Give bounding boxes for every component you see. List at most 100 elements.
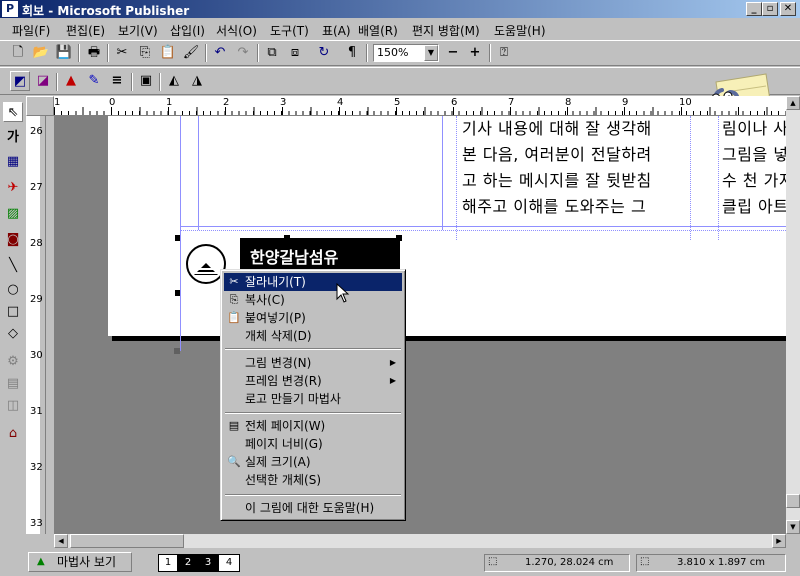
menu-insert[interactable]: 삽입(I)	[170, 22, 205, 39]
table-tool-icon[interactable]: ▦	[3, 152, 23, 172]
menu-edit[interactable]: 편집(E)	[66, 22, 105, 39]
menu-item-whole-page[interactable]: ▤ 전체 페이지(W)	[224, 417, 402, 435]
picture-tool-icon[interactable]: ▨	[3, 204, 23, 224]
scroll-up-arrow-icon[interactable]: ▲	[786, 96, 800, 110]
menu-item-selected-objects[interactable]: 선택한 개체(S)	[224, 471, 402, 489]
menu-format[interactable]: 서식(O)	[216, 22, 257, 39]
help-icon[interactable]: ⍰	[494, 43, 514, 63]
wordart-tool-icon[interactable]: ✈	[3, 178, 23, 198]
horizontal-scrollbar[interactable]: ◀ ▶	[54, 534, 786, 548]
menu-file[interactable]: 파일(F)	[12, 22, 50, 39]
menu-table[interactable]: 표(A)	[322, 22, 351, 39]
rotate-icon[interactable]: ↻	[314, 43, 334, 63]
copy-icon[interactable]: ⎘	[135, 43, 155, 63]
menu-tools[interactable]: 도구(T)	[270, 22, 309, 39]
pointer-tool-icon[interactable]: ⇖	[3, 102, 23, 122]
context-menu: ✂ 잘라내기(T) ⎘ 복사(C) 📋 붙여넣기(P) 개체 삭제(D) 그림 …	[220, 269, 406, 521]
zoom-select[interactable]: 150% ▼	[373, 44, 439, 62]
flip-vertical-icon[interactable]: ◮	[187, 71, 207, 91]
document-workspace[interactable]: 기사 내용에 대해 잘 생각해 본 다음, 여러분이 전달하려 고 하는 메시지…	[54, 116, 786, 534]
menu-item-page-width[interactable]: 페이지 너비(G)	[224, 435, 402, 453]
text-tool[interactable]: 가	[3, 128, 23, 148]
menu-mail-merge[interactable]: 편지 병합(M)	[412, 22, 480, 39]
page-button-4[interactable]: 4	[218, 554, 240, 572]
send-to-back-icon[interactable]: ⧈	[285, 43, 305, 63]
redo-icon[interactable]: ↷	[233, 43, 253, 63]
menu-item-paste[interactable]: 📋 붙여넣기(P)	[224, 309, 402, 327]
html-code-tool-icon[interactable]: ▤	[3, 374, 23, 394]
shadow-icon[interactable]: ▣	[136, 71, 156, 91]
scrollbar-thumb[interactable]	[70, 534, 184, 548]
layout-guide	[456, 116, 457, 240]
rectangle-tool-icon[interactable]: □	[3, 302, 23, 322]
menu-item-cut[interactable]: ✂ 잘라내기(T)	[224, 273, 402, 291]
minimize-button[interactable]: _	[746, 2, 762, 16]
custom-shapes-tool-icon[interactable]: ◇	[3, 324, 23, 344]
ruler-origin-corner[interactable]	[26, 96, 54, 116]
new-icon[interactable]: 🗋	[8, 43, 28, 63]
paste-icon[interactable]: 📋	[158, 43, 178, 63]
line-tool-icon[interactable]: ╲	[3, 256, 23, 276]
chevron-down-icon[interactable]: ▼	[424, 45, 438, 61]
page-navigator: 1 2 3 4	[158, 554, 244, 572]
maximize-button[interactable]: ▫	[762, 2, 778, 16]
toolbar-separator	[257, 44, 259, 62]
picture-frame-properties-icon[interactable]: ◩	[10, 71, 30, 91]
show-wizard-button[interactable]: ▲ 마법사 보기	[28, 552, 132, 572]
horizontal-ruler[interactable]: 1 0 1 2 3 4 5 6 7 8 9 10	[54, 96, 786, 116]
position-readout: ⬚ 1.270, 28.024 cm	[484, 554, 630, 572]
menu-view[interactable]: 보기(V)	[118, 22, 158, 39]
line-color-icon[interactable]: ✎	[84, 71, 104, 91]
page-button-1[interactable]: 1	[158, 554, 178, 572]
save-icon[interactable]: 💾	[54, 43, 74, 63]
publication-page[interactable]: 기사 내용에 대해 잘 생각해 본 다음, 여러분이 전달하려 고 하는 메시지…	[108, 116, 786, 336]
menu-item-copy[interactable]: ⎘ 복사(C)	[224, 291, 402, 309]
page-button-2[interactable]: 2	[178, 554, 198, 572]
zoom-value: 150%	[377, 46, 409, 59]
hot-spot-tool-icon[interactable]: ◫	[3, 396, 23, 416]
article-text-column-1[interactable]: 기사 내용에 대해 잘 생각해 본 다음, 여러분이 전달하려 고 하는 메시지…	[462, 116, 694, 220]
scroll-down-arrow-icon[interactable]: ▼	[786, 520, 800, 534]
selection-handle[interactable]	[396, 235, 402, 241]
menu-item-logo-wizard[interactable]: 로고 만들기 마법사	[224, 390, 402, 408]
cut-icon[interactable]: ✂	[112, 43, 132, 63]
fill-color-icon[interactable]: ▲	[61, 71, 81, 91]
oval-tool-icon[interactable]: ○	[3, 280, 23, 300]
menu-item-picture-help[interactable]: 이 그림에 대한 도움말(H)	[224, 499, 402, 517]
close-button[interactable]: ✕	[780, 2, 796, 16]
zoom-out-button[interactable]: −	[443, 43, 463, 63]
clip-gallery-tool-icon[interactable]: ◙	[3, 230, 23, 250]
paragraph-icon[interactable]: ¶	[342, 43, 362, 63]
menu-item-actual-size[interactable]: 🔍 실제 크기(A)	[224, 453, 402, 471]
ruler-mark: 1	[166, 97, 173, 108]
menu-item-change-picture[interactable]: 그림 변경(N) ▶	[224, 354, 402, 372]
menu-arrange[interactable]: 배열(R)	[358, 22, 398, 39]
vertical-scrollbar[interactable]: ▲ ▼	[786, 96, 800, 534]
print-icon[interactable]: 🖶	[84, 43, 104, 63]
menu-help[interactable]: 도움말(H)	[494, 22, 546, 39]
vertical-ruler[interactable]: 26 27 28 29 30 31 32 33	[26, 116, 46, 534]
bring-to-front-icon[interactable]: ⧉	[262, 43, 282, 63]
title-bar[interactable]: P 회보 - Microsoft Publisher _ ▫ ✕	[0, 0, 800, 18]
design-gallery-tool-icon[interactable]: ⌂	[3, 424, 23, 444]
logo-name[interactable]: 한양갈남섬유	[240, 238, 400, 272]
scrollbar-thumb[interactable]	[786, 494, 800, 508]
crop-picture-icon[interactable]: ◪	[33, 71, 53, 91]
zoom-in-button[interactable]: +	[465, 43, 485, 63]
form-control-tool-icon[interactable]: ⚙	[3, 352, 23, 372]
scroll-left-arrow-icon[interactable]: ◀	[54, 534, 68, 548]
page-icon: ▤	[228, 419, 240, 432]
selection-handle[interactable]	[284, 235, 290, 241]
layout-guide	[180, 116, 181, 351]
menu-item-delete-object[interactable]: 개체 삭제(D)	[224, 327, 402, 345]
publisher-app-icon[interactable]: P	[2, 1, 18, 17]
line-border-style-icon[interactable]: ≡	[107, 71, 127, 91]
menu-item-change-frame[interactable]: 프레임 변경(R) ▶	[224, 372, 402, 390]
format-painter-icon[interactable]: 🖌	[181, 43, 201, 63]
open-icon[interactable]: 📂	[31, 43, 51, 63]
article-text-column-2[interactable]: 림이나 사진을 선택합니다. 그림을 넣을 수 있는 방법은 수 천 가지가 있…	[722, 116, 786, 220]
page-button-3[interactable]: 3	[198, 554, 218, 572]
scroll-right-arrow-icon[interactable]: ▶	[772, 534, 786, 548]
undo-icon[interactable]: ↶	[210, 43, 230, 63]
flip-horizontal-icon[interactable]: ◭	[164, 71, 184, 91]
